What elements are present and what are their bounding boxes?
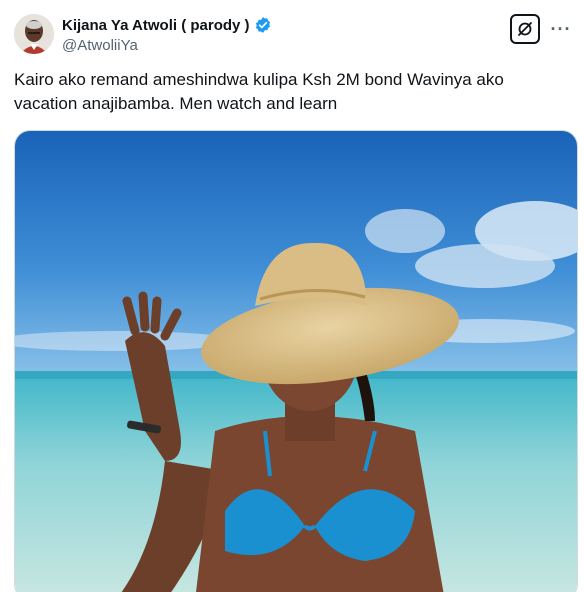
tweet-header: Kijana Ya Atwoli ( parody ) @AtwoliiYa ·… [14, 14, 574, 58]
tweet-text: Kairo ako remand ameshindwa kulipa Ksh 2… [14, 70, 504, 113]
grok-button[interactable] [510, 14, 540, 44]
avatar[interactable] [14, 14, 54, 54]
display-name-row: Kijana Ya Atwoli ( parody ) [62, 15, 272, 35]
author-names: Kijana Ya Atwoli ( parody ) @AtwoliiYa [62, 15, 272, 54]
display-name[interactable]: Kijana Ya Atwoli ( parody ) [62, 17, 250, 34]
more-icon: ··· [550, 18, 572, 39]
tweet-card: Kijana Ya Atwoli ( parody ) @AtwoliiYa ·… [0, 0, 584, 592]
verified-badge-icon [254, 16, 272, 34]
photo-image [15, 131, 577, 592]
grok-icon [518, 22, 532, 36]
tweet-photo[interactable] [14, 130, 578, 592]
more-button[interactable]: ··· [548, 16, 574, 42]
handle[interactable]: @AtwoliiYa [62, 37, 272, 54]
